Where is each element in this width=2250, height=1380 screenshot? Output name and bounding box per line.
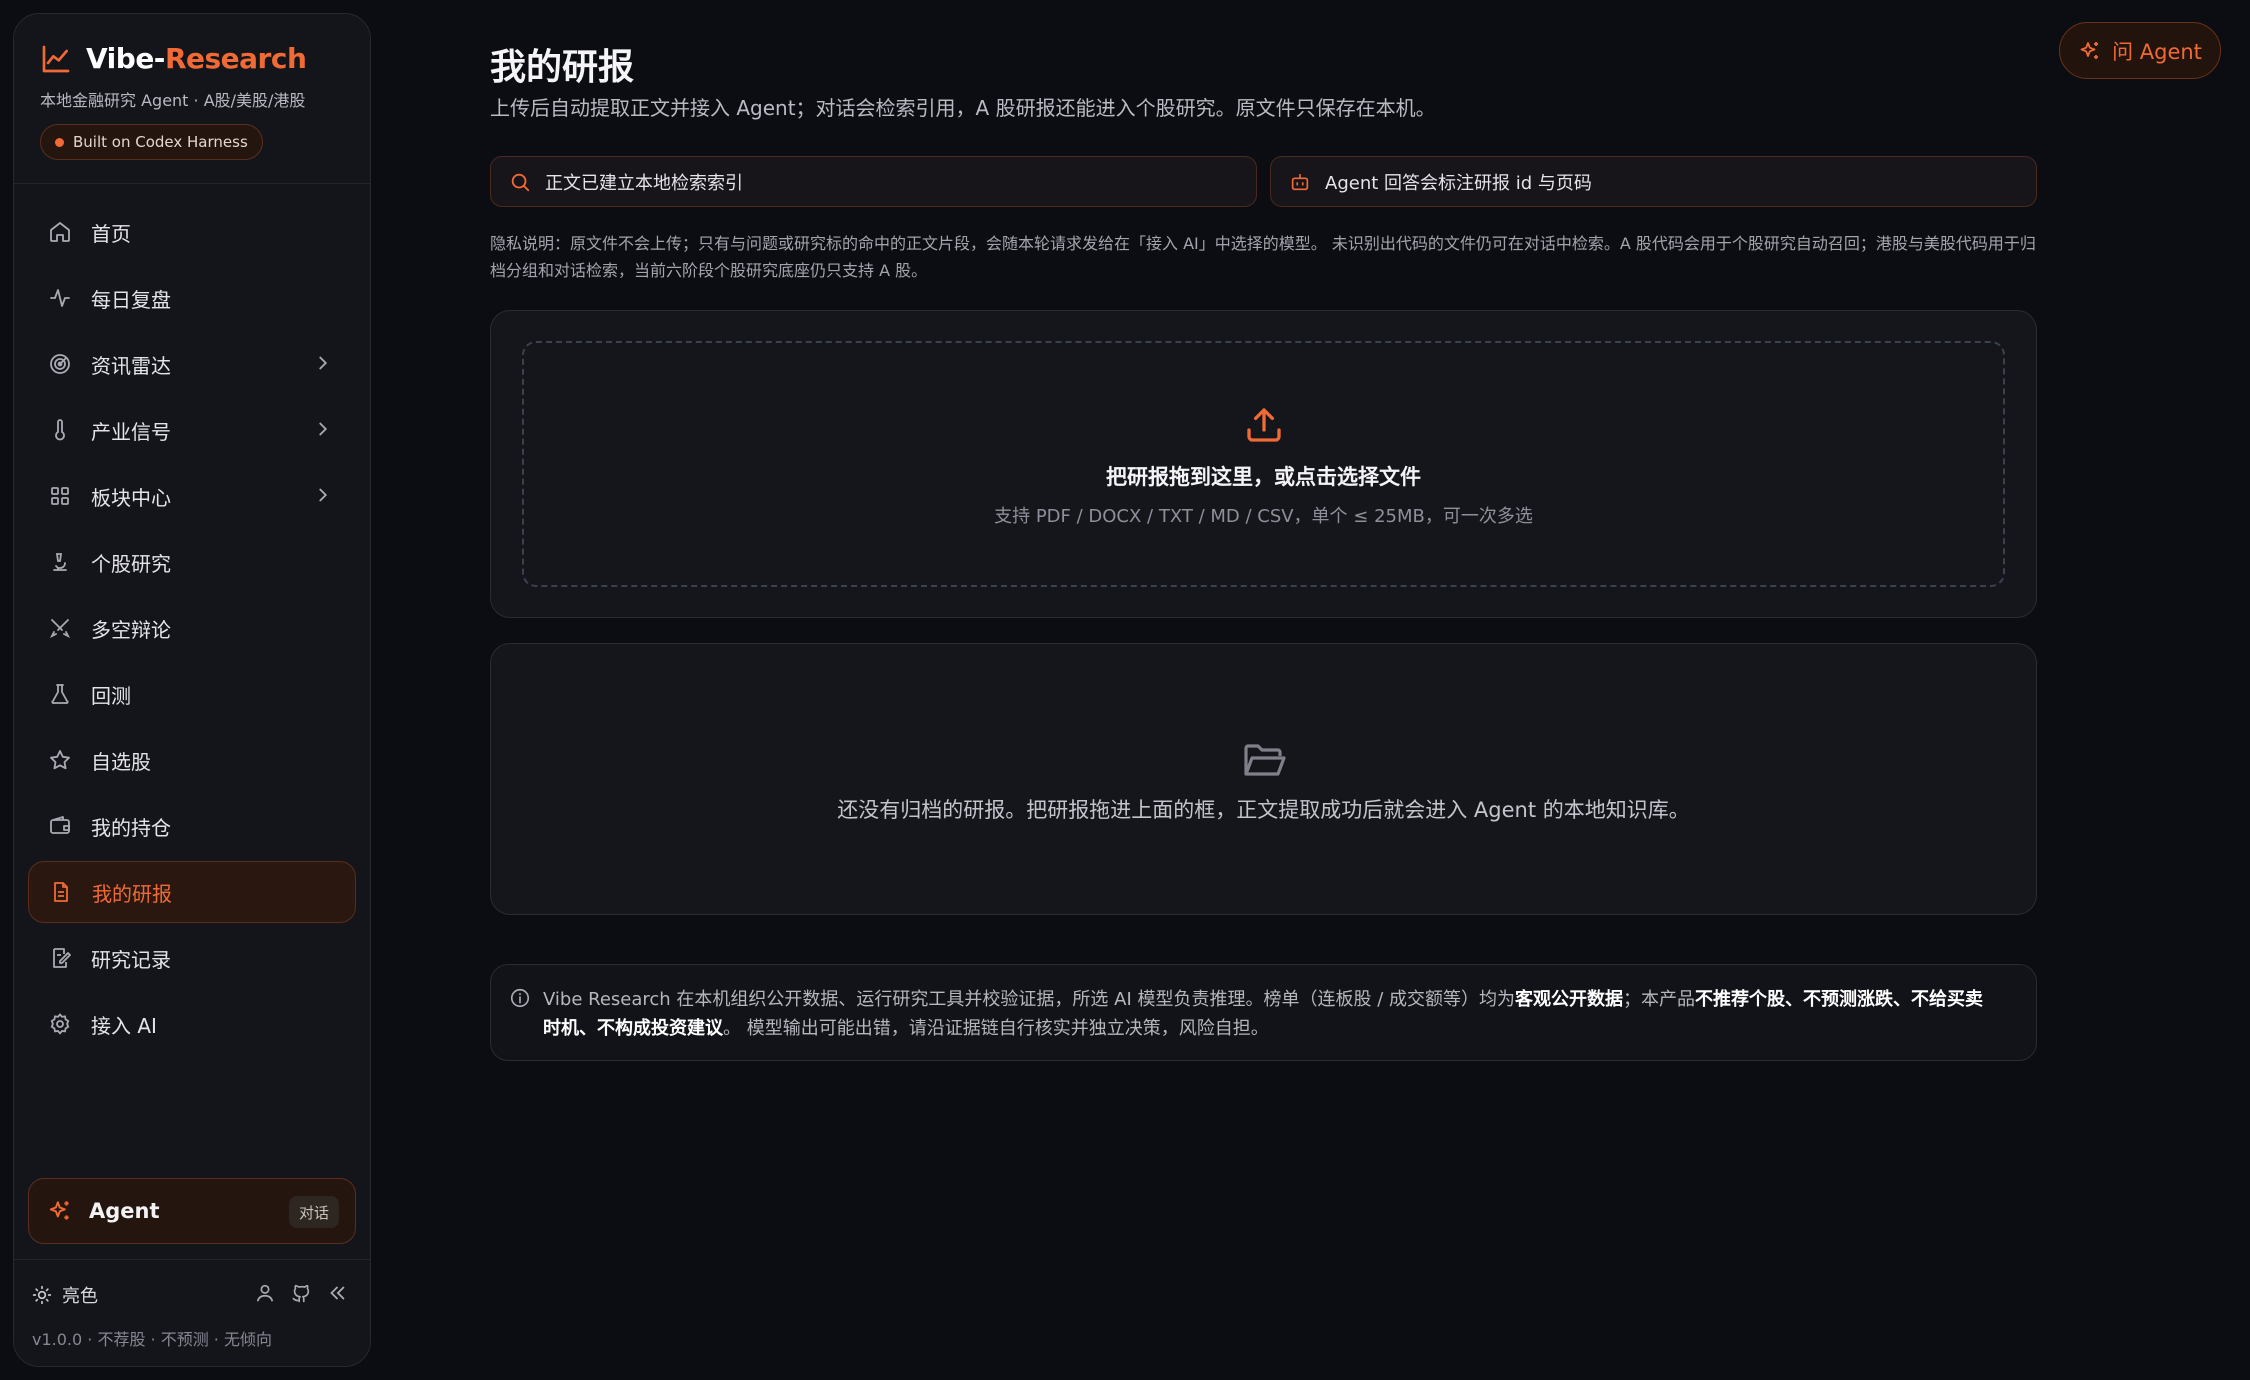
flask-icon [47, 681, 73, 707]
collapse-icon[interactable] [326, 1282, 348, 1304]
microscope-icon [47, 549, 73, 575]
home-icon [47, 219, 73, 245]
chevron-right-icon [312, 352, 334, 379]
sparkles-icon [2078, 39, 2102, 63]
file-drop-zone[interactable]: 把研报拖到这里，或点击选择文件 支持 PDF / DOCX / TXT / MD… [522, 341, 2005, 587]
sidebar-nav: 首页 每日复盘 资讯雷达 产业信号 板块中心 个股研究 多空辩论 回测 自选股 … [14, 184, 370, 1055]
page-subtitle: 上传后自动提取正文并接入 Agent；对话会检索引用，A 股研报还能进入个股研究… [490, 96, 1436, 120]
sidebar-item-research-log[interactable]: 研究记录 [28, 927, 356, 989]
edit-note-icon [47, 945, 73, 971]
thermometer-icon [47, 417, 73, 443]
reports-empty-state: 还没有归档的研报。把研报拖进上面的框，正文提取成功后就会进入 Agent 的本地… [490, 643, 2037, 915]
brand-subtitle: 本地金融研究 Agent · A股/美股/港股 [40, 91, 306, 110]
sidebar-item-daily-review[interactable]: 每日复盘 [28, 267, 356, 329]
brand-area: Vibe-Research 本地金融研究 Agent · A股/美股/港股 Bu… [14, 14, 370, 184]
upload-card: 把研报拖到这里，或点击选择文件 支持 PDF / DOCX / TXT / MD… [490, 310, 2037, 618]
chart-line-icon [40, 43, 72, 75]
sidebar-item-sector-center[interactable]: 板块中心 [28, 465, 356, 527]
theme-toggle[interactable]: 亮色 [32, 1282, 98, 1308]
chat-badge: 对话 [288, 1196, 339, 1228]
info-icon [509, 987, 531, 1018]
sidebar-item-stock-research[interactable]: 个股研究 [28, 531, 356, 593]
activity-icon [47, 285, 73, 311]
sidebar-item-watchlist[interactable]: 自选股 [28, 729, 356, 791]
star-icon [47, 747, 73, 773]
chevron-right-icon [312, 418, 334, 445]
ask-agent-button[interactable]: 问 Agent [2059, 22, 2221, 79]
disclaimer: Vibe Research 在本机组织公开数据、运行研究工具并校验证据，所选 A… [490, 964, 2037, 1061]
sidebar-item-debate[interactable]: 多空辩论 [28, 597, 356, 659]
wallet-icon [47, 813, 73, 839]
agent-label: Agent [89, 1199, 160, 1223]
sparkles-icon [47, 1198, 73, 1224]
logo[interactable]: Vibe-Research [40, 42, 344, 75]
empty-text: 还没有归档的研报。把研报拖进上面的框，正文提取成功后就会进入 Agent 的本地… [837, 798, 1690, 822]
user-icon[interactable] [254, 1282, 276, 1304]
grid-icon [47, 483, 73, 509]
sidebar-footer: 亮色 v1.0.0 · 不荐股 · 不预测 · 无倾向 [14, 1259, 370, 1366]
gear-icon [47, 1011, 73, 1037]
search-icon [509, 171, 531, 193]
sidebar-item-connect-ai[interactable]: 接入 AI [28, 993, 356, 1055]
bot-icon [1289, 171, 1311, 193]
sidebar: Vibe-Research 本地金融研究 Agent · A股/美股/港股 Bu… [13, 13, 371, 1367]
status-dot-icon [55, 137, 64, 147]
chevron-right-icon [312, 484, 334, 511]
github-icon[interactable] [290, 1282, 312, 1304]
privacy-note: 隐私说明：原文件不会上传；只有与问题或研究标的命中的正文片段，会随本轮请求发给在… [490, 234, 2036, 280]
radar-icon [47, 351, 73, 377]
brand-title: Vibe-Research [86, 42, 307, 75]
harness-badge: Built on Codex Harness [40, 124, 263, 160]
upload-icon [1244, 405, 1284, 449]
sidebar-item-industry-signal[interactable]: 产业信号 [28, 399, 356, 461]
drop-title: 把研报拖到这里，或点击选择文件 [1106, 465, 1421, 489]
sidebar-item-backtest[interactable]: 回测 [28, 663, 356, 725]
sun-icon [32, 1285, 52, 1305]
file-text-icon [48, 879, 74, 905]
folder-open-icon [1240, 736, 1288, 788]
version-text: v1.0.0 · 不荐股 · 不预测 · 无倾向 [32, 1330, 272, 1349]
sidebar-item-home[interactable]: 首页 [28, 201, 356, 263]
page-title: 我的研报 [490, 47, 635, 88]
sidebar-item-holdings[interactable]: 我的持仓 [28, 795, 356, 857]
footer-icons [254, 1282, 348, 1304]
index-status-pill: 正文已建立本地检索索引 [490, 156, 1257, 207]
sidebar-item-my-reports[interactable]: 我的研报 [28, 861, 356, 923]
agent-chat-button[interactable]: Agent 对话 [28, 1178, 356, 1244]
citation-status-pill: Agent 回答会标注研报 id 与页码 [1270, 156, 2037, 207]
swords-icon [47, 615, 73, 641]
sidebar-item-news-radar[interactable]: 资讯雷达 [28, 333, 356, 395]
drop-hint: 支持 PDF / DOCX / TXT / MD / CSV，单个 ≤ 25MB… [994, 506, 1533, 527]
